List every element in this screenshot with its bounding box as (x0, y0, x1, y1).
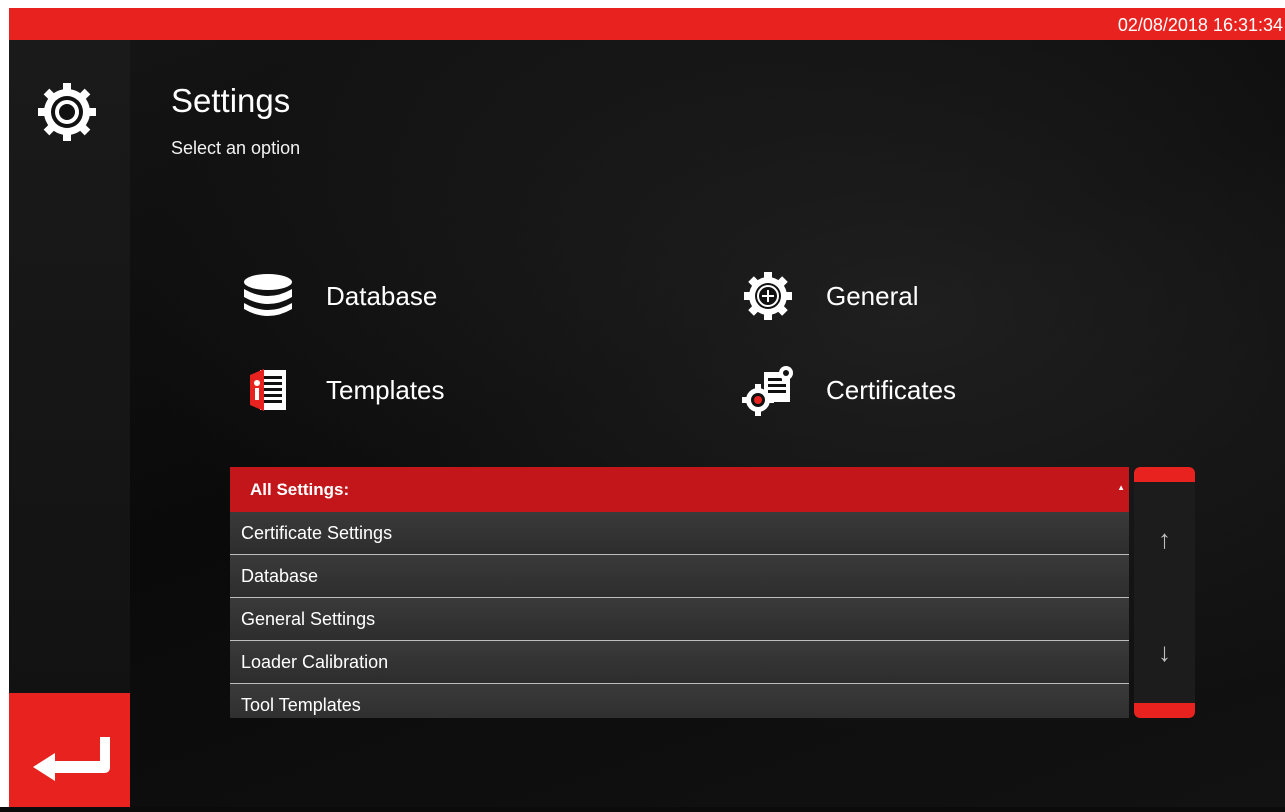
settings-list[interactable]: All Settings: ▲ Certificate Settings Dat… (230, 467, 1129, 718)
status-bar: 02/08/2018 16:31:34 (9, 8, 1285, 40)
list-item-label: Tool Templates (241, 694, 361, 715)
page-subtitle: Select an option (171, 138, 301, 158)
page-edge (0, 0, 9, 807)
caret-up-icon: ▲ (1117, 483, 1125, 492)
certificate-gears-icon (740, 362, 796, 418)
templates-icon (240, 362, 296, 418)
page-title: Settings (171, 82, 291, 119)
certificates-option-label: Certificates (826, 374, 957, 405)
list-item-label: Database (241, 565, 319, 586)
list-item[interactable]: Database (230, 555, 1129, 598)
list-item[interactable]: Tool Templates (230, 684, 1129, 718)
general-option-label: General (826, 280, 919, 311)
scrollbar-cap-bottom (1134, 703, 1195, 718)
database-option-label: Database (326, 280, 438, 311)
list-item[interactable]: General Settings (230, 598, 1129, 641)
list-item-label: General Settings (241, 608, 376, 629)
back-button[interactable] (9, 693, 130, 807)
templates-option-label: Templates (326, 374, 445, 405)
page-edge-top (0, 0, 1285, 8)
list-header: All Settings: ▲ (230, 467, 1129, 512)
database-icon (240, 268, 296, 324)
list-header-label: All Settings: (250, 479, 350, 499)
general-option[interactable]: General (740, 268, 919, 324)
sidebar (9, 40, 130, 807)
list-scrollbar[interactable]: ↑ ↓ (1134, 467, 1195, 718)
certificates-option[interactable]: Certificates (740, 362, 956, 418)
database-option[interactable]: Database (240, 268, 437, 324)
list-item-label: Loader Calibration (241, 651, 389, 672)
scroll-down-button[interactable]: ↓ (1134, 632, 1195, 672)
templates-option[interactable]: Templates (240, 362, 445, 418)
gear-icon (38, 83, 96, 141)
arrow-up-icon: ↑ (1158, 523, 1171, 554)
arrow-down-icon: ↓ (1158, 636, 1171, 667)
list-item[interactable]: Loader Calibration (230, 641, 1129, 684)
scroll-up-button[interactable]: ↑ (1134, 519, 1195, 559)
scrollbar-cap-top (1134, 467, 1195, 482)
list-item[interactable]: Certificate Settings (230, 512, 1129, 555)
list-item-label: Certificate Settings (241, 522, 393, 543)
gear-plus-icon (740, 268, 796, 324)
clock: 02/08/2018 16:31:34 (1117, 15, 1283, 35)
back-arrow-icon (33, 737, 110, 781)
